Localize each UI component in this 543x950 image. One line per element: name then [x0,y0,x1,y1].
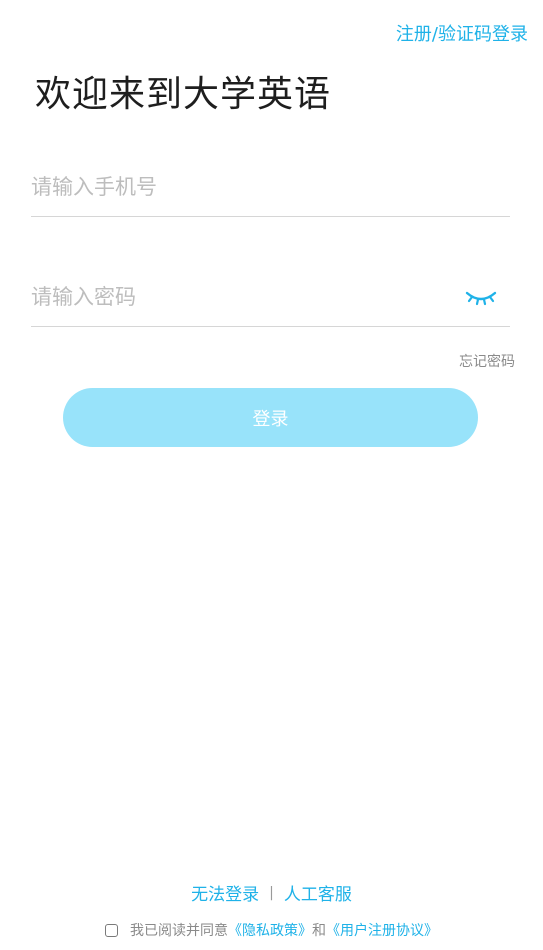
phone-field [31,156,510,217]
login-button-label: 登录 [252,408,289,430]
page-title: 欢迎来到大学英语 [35,74,332,115]
password-input[interactable] [31,278,451,316]
agreement-prefix-text: 我已阅读并同意 [130,923,228,939]
login-button[interactable]: 登录 [63,388,478,447]
agreement-checkbox[interactable] [105,923,118,937]
register-sms-login-link[interactable]: 注册/验证码登录 [396,20,528,46]
phone-input[interactable] [31,168,451,206]
agreement-and-text: 和 [312,923,326,939]
password-visibility-toggle[interactable] [464,284,498,310]
user-agreement-link[interactable]: 《用户注册协议》 [326,920,438,940]
password-field [31,266,510,327]
forgot-password-link[interactable]: 忘记密码 [459,351,515,371]
customer-service-link[interactable]: 人工客服 [284,880,352,905]
agreement-row: 我已阅读并同意 《隐私政策》 和 《用户注册协议》 [0,920,543,940]
link-separator: | [269,884,274,901]
privacy-policy-link[interactable]: 《隐私政策》 [228,920,312,940]
eye-closed-icon [465,291,497,306]
cannot-login-link[interactable]: 无法登录 [191,880,259,905]
help-links: 无法登录 | 人工客服 [0,880,543,906]
